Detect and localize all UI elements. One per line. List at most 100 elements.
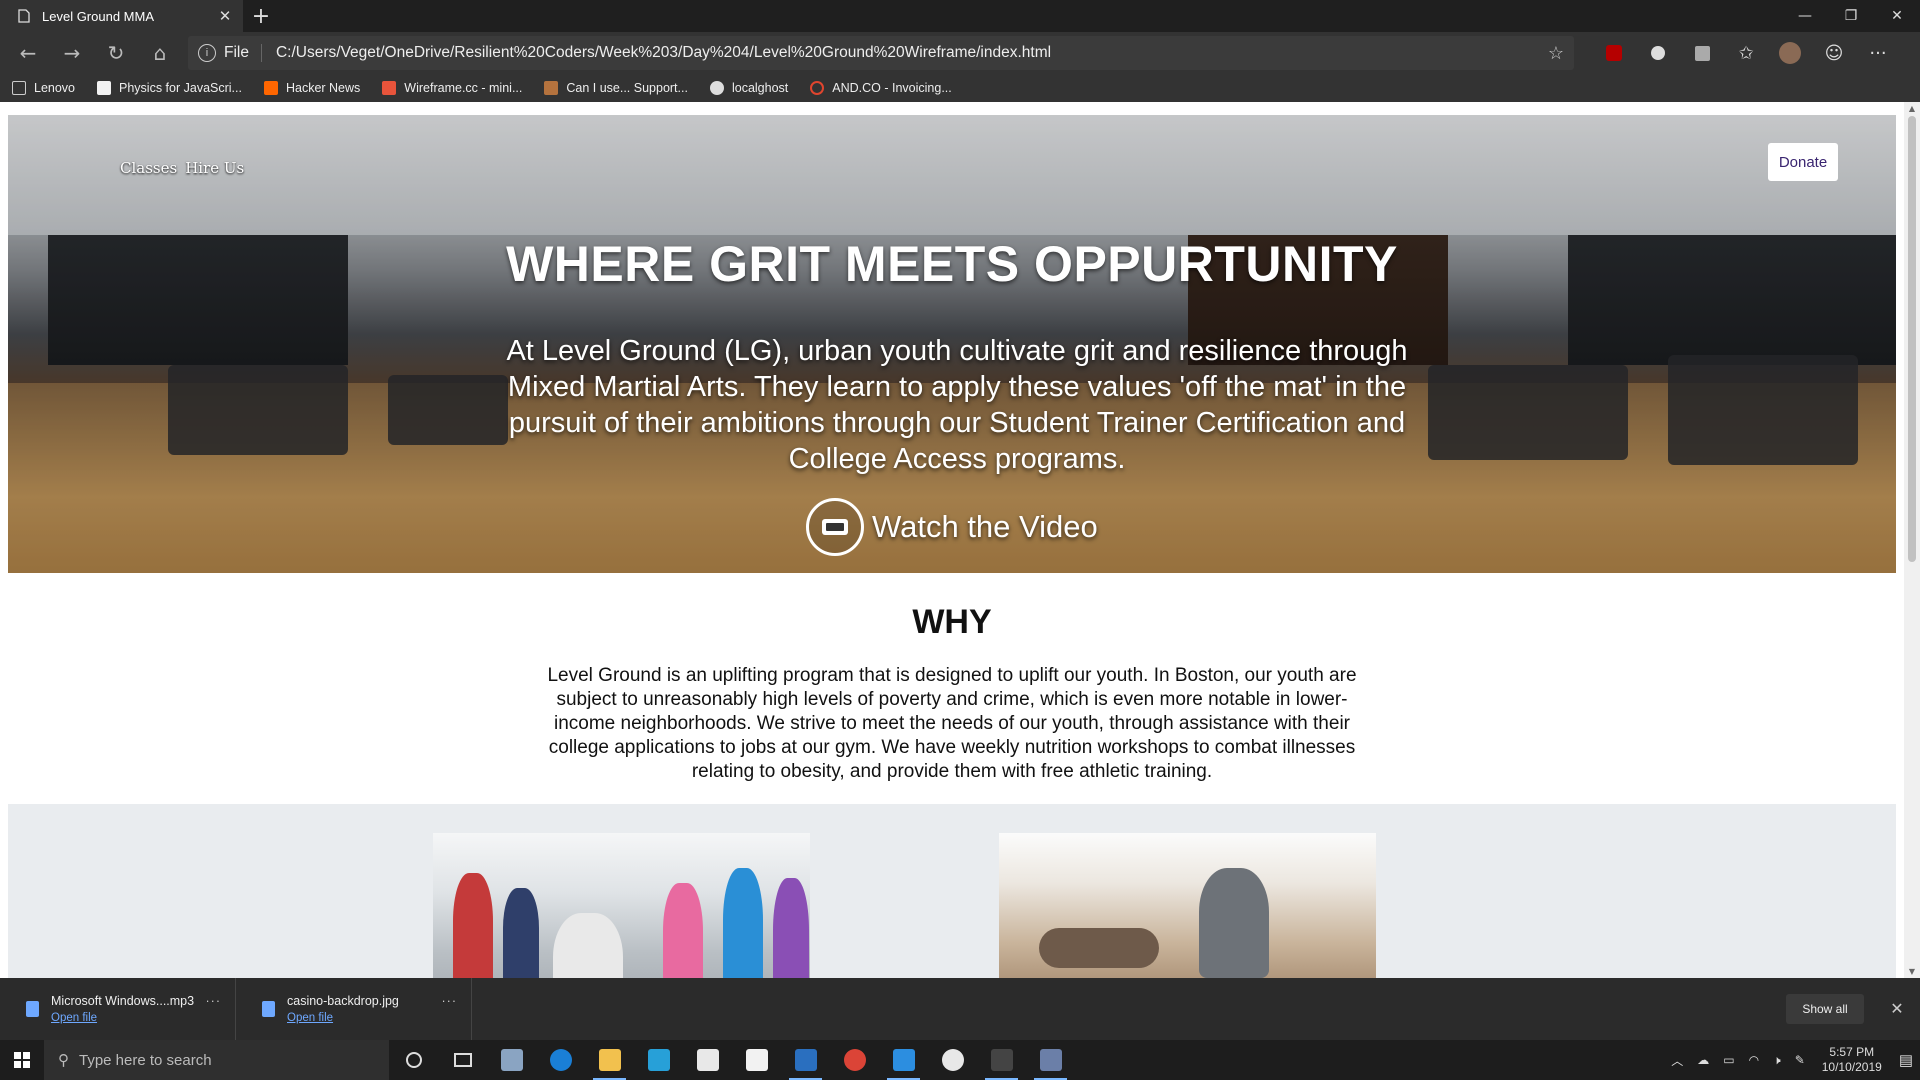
url-scheme: File	[224, 44, 262, 62]
favorites-icon[interactable]: ✩	[1724, 32, 1768, 74]
taskbar-search[interactable]: ⚲ Type here to search	[44, 1040, 389, 1080]
scroll-down-icon[interactable]: ▼	[1904, 967, 1920, 976]
feedback-smiley-icon[interactable]: ☺	[1812, 32, 1856, 74]
slack-app-icon[interactable]	[928, 1040, 977, 1080]
vscode-app-icon[interactable]	[879, 1040, 928, 1080]
nav-classes-link[interactable]: Classes	[120, 159, 177, 177]
photo-person	[453, 873, 493, 978]
open-file-link[interactable]: Open file	[51, 1012, 194, 1024]
scroll-up-icon[interactable]: ▲	[1904, 104, 1920, 113]
photo-person	[1039, 928, 1159, 968]
watch-video-button[interactable]: Watch the Video	[806, 498, 1098, 556]
caniuse-icon	[544, 81, 559, 95]
download-more-icon[interactable]: ···	[206, 994, 222, 1008]
gallery-section	[8, 804, 1896, 978]
bookmark-andco[interactable]: AND.CO - Invoicing...	[810, 81, 952, 95]
bookmark-wireframe[interactable]: Wireframe.cc - mini...	[382, 81, 522, 95]
why-section: WHY Level Ground is an uplifting program…	[8, 573, 1896, 784]
bookmark-physics[interactable]: Physics for JavaScri...	[97, 81, 242, 95]
photo-person	[773, 878, 809, 978]
download-item[interactable]: Microsoft Windows....mp3 Open file ···	[0, 978, 236, 1040]
battery-icon[interactable]: ▭	[1723, 1053, 1734, 1067]
taskbar-search-placeholder: Type here to search	[79, 1051, 212, 1069]
page-scrollbar[interactable]: ▲ ▼	[1904, 102, 1920, 978]
minimize-icon[interactable]: —	[1782, 0, 1828, 32]
hero-description: At Level Ground (LG), urban youth cultiv…	[506, 335, 1408, 475]
terminal-app-icon[interactable]	[977, 1040, 1026, 1080]
clock-time: 5:57 PM	[1829, 1045, 1875, 1059]
ghost-icon	[709, 81, 724, 95]
edge-app-icon[interactable]	[536, 1040, 585, 1080]
tray-chevron-icon[interactable]: ︿	[1671, 1052, 1683, 1069]
browser-toolbar: ← → ↻ ⌂ i File C:/Users/Veget/OneDrive/R…	[0, 32, 1920, 74]
hero-title: WHERE GRIT MEETS OPPURTUNITY	[506, 236, 1398, 292]
url-text[interactable]: C:/Users/Veget/OneDrive/Resilient%20Code…	[276, 44, 1548, 62]
file-icon	[262, 1001, 275, 1017]
bookmarks-bar: Lenovo Physics for JavaScri... Hacker Ne…	[0, 74, 1920, 102]
gym-cardio-photo	[433, 833, 810, 978]
donate-button[interactable]: Donate	[1768, 143, 1838, 181]
bookmark-caniuse[interactable]: Can I use... Support...	[544, 81, 688, 95]
download-more-icon[interactable]: ···	[442, 994, 458, 1008]
address-bar[interactable]: i File C:/Users/Veget/OneDrive/Resilient…	[188, 36, 1574, 70]
lync-app-icon[interactable]	[634, 1040, 683, 1080]
close-window-icon[interactable]: ✕	[1874, 0, 1920, 32]
bookmark-localghost[interactable]: localghost	[709, 81, 788, 95]
hero-section: Classes Hire Us Donate WHERE GRIT MEETS …	[8, 115, 1896, 573]
show-all-button[interactable]: Show all	[1786, 994, 1864, 1024]
nav-hire-us-link[interactable]: Hire Us	[185, 159, 244, 177]
volume-muted-icon[interactable]: 🕨	[1773, 1053, 1781, 1068]
file-icon	[26, 1001, 39, 1017]
close-downloads-icon[interactable]: ✕	[1882, 999, 1912, 1019]
open-file-link[interactable]: Open file	[287, 1012, 399, 1024]
amazon-icon	[97, 81, 112, 95]
download-item[interactable]: casino-backdrop.jpg Open file ···	[236, 978, 472, 1040]
onedrive-icon[interactable]: ☁	[1697, 1053, 1709, 1067]
ublock-extension-icon[interactable]	[1592, 32, 1636, 74]
tab-title: Level Ground MMA	[42, 8, 154, 24]
bookmark-lenovo[interactable]: Lenovo	[12, 81, 75, 95]
download-filename: Microsoft Windows....mp3	[51, 994, 195, 1008]
wifi-icon[interactable]: ◠	[1749, 1053, 1759, 1067]
remote-app-icon[interactable]	[1026, 1040, 1075, 1080]
mail-app-icon[interactable]	[683, 1040, 732, 1080]
more-menu-icon[interactable]: ···	[1856, 32, 1900, 74]
scrollbar-thumb[interactable]	[1908, 116, 1916, 562]
wireframe-icon	[382, 81, 397, 95]
forward-icon[interactable]: →	[50, 32, 94, 74]
windows-taskbar: ⚲ Type here to search ︿ ☁ ▭ ◠ 🕨 ✎ 5:57 P…	[0, 1040, 1920, 1080]
info-icon[interactable]: i	[198, 44, 216, 62]
search-icon: ⚲	[58, 1052, 69, 1069]
download-filename: casino-backdrop.jpg	[287, 994, 399, 1008]
favorite-star-icon[interactable]: ☆	[1548, 43, 1564, 64]
downloads-bar: Microsoft Windows....mp3 Open file ··· c…	[0, 978, 1920, 1040]
tab-close-icon[interactable]: ✕	[217, 7, 233, 25]
explorer-app-icon[interactable]	[487, 1040, 536, 1080]
windows-start-icon[interactable]	[0, 1040, 44, 1080]
task-view-icon[interactable]	[438, 1040, 487, 1080]
extension-icon[interactable]	[1636, 32, 1680, 74]
watch-video-label: Watch the Video	[872, 509, 1098, 544]
notifications-icon[interactable]: ▤	[1899, 1051, 1913, 1069]
file-explorer-icon[interactable]	[585, 1040, 634, 1080]
why-heading: WHY	[912, 603, 992, 641]
home-icon[interactable]: ⌂	[138, 32, 182, 74]
video-play-icon	[806, 498, 864, 556]
browser-tab[interactable]: Level Ground MMA ✕	[0, 0, 243, 32]
taskbar-clock[interactable]: 5:57 PM 10/10/2019	[1822, 1045, 1882, 1075]
browser-app-icon[interactable]	[781, 1040, 830, 1080]
chrome-app-icon[interactable]	[830, 1040, 879, 1080]
pen-icon[interactable]: ✎	[1795, 1053, 1805, 1067]
profile-avatar[interactable]	[1768, 32, 1812, 74]
photo-person	[1199, 868, 1269, 978]
folder-icon	[12, 81, 26, 95]
restore-icon[interactable]: ❐	[1828, 0, 1874, 32]
refresh-icon[interactable]: ↻	[94, 32, 138, 74]
cortana-icon[interactable]	[389, 1040, 438, 1080]
new-tab-button[interactable]: +	[243, 0, 279, 32]
bookmark-hacker-news[interactable]: Hacker News	[263, 81, 360, 95]
reader-extension-icon[interactable]	[1680, 32, 1724, 74]
clock-date: 10/10/2019	[1821, 1060, 1882, 1074]
store-app-icon[interactable]	[732, 1040, 781, 1080]
back-icon[interactable]: ←	[6, 32, 50, 74]
